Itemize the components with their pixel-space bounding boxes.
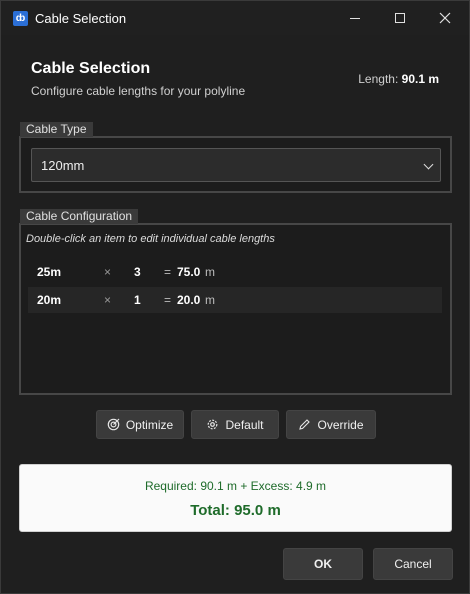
summary-panel: Required: 90.1 m + Excess: 4.9 m Total: … bbox=[19, 464, 452, 532]
app-icon-glyph: ȸ bbox=[15, 13, 26, 24]
title-bar[interactable]: ȸ Cable Selection bbox=[1, 1, 469, 35]
dialog-heading: Cable Selection bbox=[31, 60, 151, 77]
cable-list-item[interactable]: 25m × 3 = 75.0 m bbox=[28, 259, 442, 285]
maximize-icon bbox=[395, 13, 405, 23]
cable-type-group-label: Cable Type bbox=[20, 122, 93, 137]
gear-icon bbox=[208, 419, 218, 430]
multiply-sign: × bbox=[104, 265, 112, 279]
cable-list-item[interactable]: 20m × 1 = 20.0 m bbox=[28, 287, 442, 313]
multiply-sign: × bbox=[104, 293, 112, 307]
cable-row-total: 20.0 bbox=[177, 293, 201, 307]
cancel-button[interactable]: Cancel bbox=[373, 548, 453, 580]
total-length-text: Total: 95.0 m bbox=[190, 502, 281, 519]
override-label: Override bbox=[317, 417, 364, 432]
window-title: Cable Selection bbox=[35, 11, 127, 26]
cable-type-selected-value: 120mm bbox=[41, 157, 85, 173]
cable-length: 25m bbox=[37, 265, 62, 279]
maximize-button[interactable] bbox=[377, 1, 423, 35]
required-excess-text: Required: 90.1 m + Excess: 4.9 m bbox=[144, 479, 327, 493]
cable-type-dropdown[interactable]: 120mm bbox=[31, 148, 441, 182]
chevron-down-icon bbox=[423, 159, 434, 170]
close-button[interactable] bbox=[422, 1, 468, 35]
cable-row-total: 75.0 bbox=[177, 265, 201, 279]
equals-sign: = bbox=[164, 265, 172, 279]
cable-quantity: 3 bbox=[134, 265, 141, 279]
pencil-icon bbox=[299, 419, 311, 430]
dialog-subtitle: Configure cable lengths for your polylin… bbox=[31, 84, 246, 98]
default-label: Default bbox=[225, 417, 264, 432]
cable-row-unit: m bbox=[205, 293, 215, 307]
target-icon bbox=[107, 418, 120, 431]
length-label: Length: bbox=[358, 72, 399, 86]
polyline-length: Length: 90.1 m bbox=[358, 72, 439, 86]
minimize-icon bbox=[350, 17, 360, 19]
edit-hint: Double-click an item to edit individual … bbox=[26, 233, 275, 245]
optimize-label: Optimize bbox=[125, 417, 174, 432]
cable-selection-window: ȸ Cable Selection Cable Selection Config… bbox=[0, 0, 470, 594]
close-icon bbox=[439, 12, 451, 24]
default-button[interactable]: Default bbox=[191, 410, 279, 439]
minimize-button[interactable] bbox=[332, 1, 378, 35]
equals-sign: = bbox=[164, 293, 172, 307]
cable-length: 20m bbox=[37, 293, 62, 307]
cable-configuration-group-label: Cable Configuration bbox=[20, 209, 139, 224]
cable-row-unit: m bbox=[205, 265, 215, 279]
app-icon: ȸ bbox=[13, 11, 28, 26]
cable-quantity: 1 bbox=[134, 293, 141, 307]
length-value: 90.1 m bbox=[401, 72, 439, 86]
ok-button[interactable]: OK bbox=[283, 548, 363, 580]
optimize-button[interactable]: Optimize bbox=[96, 410, 184, 439]
override-button[interactable]: Override bbox=[286, 410, 376, 439]
